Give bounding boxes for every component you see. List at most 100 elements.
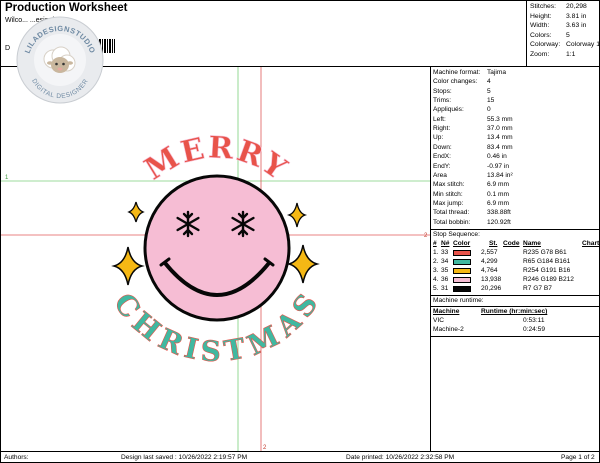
stat-label: Stitches:: [530, 3, 557, 10]
machine-info-row: Left: 55.3 mm: [433, 116, 513, 123]
stop-row-name: R246 G189 B212: [523, 275, 574, 283]
stop-row-number: 4.: [433, 275, 439, 283]
sparkle-left-top-icon: [127, 201, 145, 223]
stop-row-color-swatch: [453, 267, 471, 274]
embroidery-preview: 1 2 2 MERRY CHRISTMAS: [1, 67, 430, 451]
stat-row: Colors: 5: [530, 31, 570, 39]
stop-row-color-swatch: [453, 249, 471, 256]
machine-info-label: EndX:: [433, 153, 451, 161]
sparkle-right-icon: [286, 244, 320, 284]
runtime-value: 0:24:59: [523, 325, 545, 333]
machine-info-value: 15: [487, 97, 495, 105]
divider: [431, 294, 600, 296]
machine-info-row: Stops: 5: [433, 87, 491, 95]
machine-info-label: Max stitch:: [433, 181, 465, 189]
marker-1-label: 1: [5, 175, 9, 181]
design-canvas: 1 2 2 MERRY CHRISTMAS: [1, 67, 430, 451]
machine-info-value: Tajima: [487, 69, 507, 76]
stat-label: Colors:: [530, 31, 552, 39]
runtime-header-machine: Machine: [433, 307, 460, 315]
machine-info-row: Machine format: Tajima: [433, 69, 506, 76]
machine-info-label: Stops:: [433, 87, 452, 95]
machine-info-label: Area: [433, 171, 447, 179]
machine-info-row: Down: 83.4 mm: [433, 144, 513, 151]
stop-row-needle: 36: [441, 275, 449, 283]
machine-info-label: Trims:: [433, 97, 452, 105]
marker-2-right-label: 2: [424, 233, 428, 239]
stop-sequence-header-n: N#: [441, 239, 450, 247]
stop-row-name: R7 G7 B7: [523, 284, 552, 292]
machine-info-row: EndX: 0.46 in: [433, 153, 507, 161]
stop-row-stitches: 4,764: [481, 266, 498, 274]
stop-row-name: R65 G184 B161: [523, 257, 571, 265]
stats-panel: Stitches: 20,298 Height: 3.81 in Width: 3.63 …: [526, 1, 600, 67]
machine-info-value: 120.92ft: [487, 218, 511, 226]
stat-row: Colorway: Colorway 1: [530, 41, 600, 48]
machine-info-row: Appliqués: 0: [433, 106, 491, 114]
stat-row: Height: 3.81 in: [530, 13, 586, 20]
stop-row-name: R254 G191 B16: [523, 266, 571, 274]
footer-last-saved: Design last saved : 10/26/2022 2:19:57 P…: [121, 454, 248, 461]
stop-sequence-header-code: Code: [503, 239, 520, 247]
stat-label: Zoom:: [530, 50, 550, 58]
stop-row-needle: 34: [441, 257, 449, 265]
machine-info-row: Color changes: 4: [433, 78, 491, 85]
runtime-value: 0:53:11: [523, 316, 545, 324]
stat-value: 5: [566, 31, 570, 39]
machine-info-label: EndY:: [433, 162, 451, 170]
sparkle-right-top-icon: [286, 202, 308, 228]
stop-row-needle: 31: [441, 284, 449, 292]
page-title: Production Worksheet: [5, 2, 128, 14]
stat-row: Width: 3.63 in: [530, 22, 586, 29]
machine-info-value: 83.4 mm: [487, 143, 513, 151]
stat-row: Zoom: 1:1: [530, 50, 575, 58]
stop-row-needle: 35: [441, 266, 449, 274]
divider: [431, 335, 600, 337]
machine-info-row: EndY: -0.97 in: [433, 162, 509, 170]
stop-row-number: 5.: [433, 284, 439, 292]
machine-info-row: Max jump: 6.9 mm: [433, 200, 509, 207]
machine-info-value: 55.3 mm: [487, 115, 513, 123]
stop-row-number: 3.: [433, 266, 439, 274]
stop-row-color-swatch: [453, 276, 471, 283]
stat-label: Width:: [530, 22, 550, 29]
machine-info-value: 13.4 mm: [487, 134, 513, 142]
stop-row-number: 2.: [433, 257, 439, 265]
machine-info-row: Area 13.84 in²: [433, 171, 513, 179]
machine-info-panel: Machine format: Tajima Color changes: 4 Stop…: [430, 67, 600, 451]
stat-value: 1:1: [566, 50, 576, 58]
stop-row-stitches: 2,557: [481, 248, 498, 256]
runtime-machine-name: VIC: [433, 316, 444, 324]
stop-row-color-swatch: [453, 258, 471, 265]
machine-info-row: Right: 37.0 mm: [433, 125, 513, 133]
machine-info-value: 13.84 in²: [487, 171, 513, 179]
machine-info-value: 5: [487, 87, 491, 95]
stop-row-needle: 33: [441, 248, 449, 256]
machine-info-value: 0.1 mm: [487, 190, 509, 198]
divider: [431, 305, 600, 307]
stop-row-stitches: 13,938: [481, 275, 502, 283]
runtime-title: Machine runtime:: [433, 296, 484, 304]
machine-info-row: Max stitch: 6.9 mm: [433, 181, 509, 189]
divider: [431, 228, 600, 230]
stop-sequence-header-color: Color: [453, 239, 471, 247]
machine-info-label: Right:: [433, 125, 451, 133]
machine-info-row: Trims: 15: [433, 97, 494, 105]
stop-row-stitches: 4,299: [481, 257, 498, 265]
stop-row-stitches: 20,296: [481, 284, 502, 292]
stat-value: 3.81 in: [566, 12, 587, 20]
machine-info-value: 6.9 mm: [487, 199, 509, 207]
stop-row-color-swatch: [453, 285, 471, 292]
runtime-machine-name: Machine-2: [433, 325, 464, 333]
machine-info-label: Min stitch:: [433, 190, 463, 198]
footer-page-number: Page 1 of 2: [561, 454, 595, 461]
machine-info-label: Machine format:: [433, 69, 481, 76]
machine-info-value: -0.97 in: [487, 162, 509, 170]
machine-info-row: Total thread: 338.88ft: [433, 209, 511, 216]
machine-info-value: 338.88ft: [487, 209, 511, 217]
machine-info-row: Min stitch: 0.1 mm: [433, 190, 509, 198]
machine-info-label: Appliqués:: [433, 106, 464, 114]
stop-row-number: 1.: [433, 248, 439, 256]
stop-sequence-header-name: Name: [523, 239, 541, 247]
stat-value: 3.63 in: [566, 22, 587, 29]
